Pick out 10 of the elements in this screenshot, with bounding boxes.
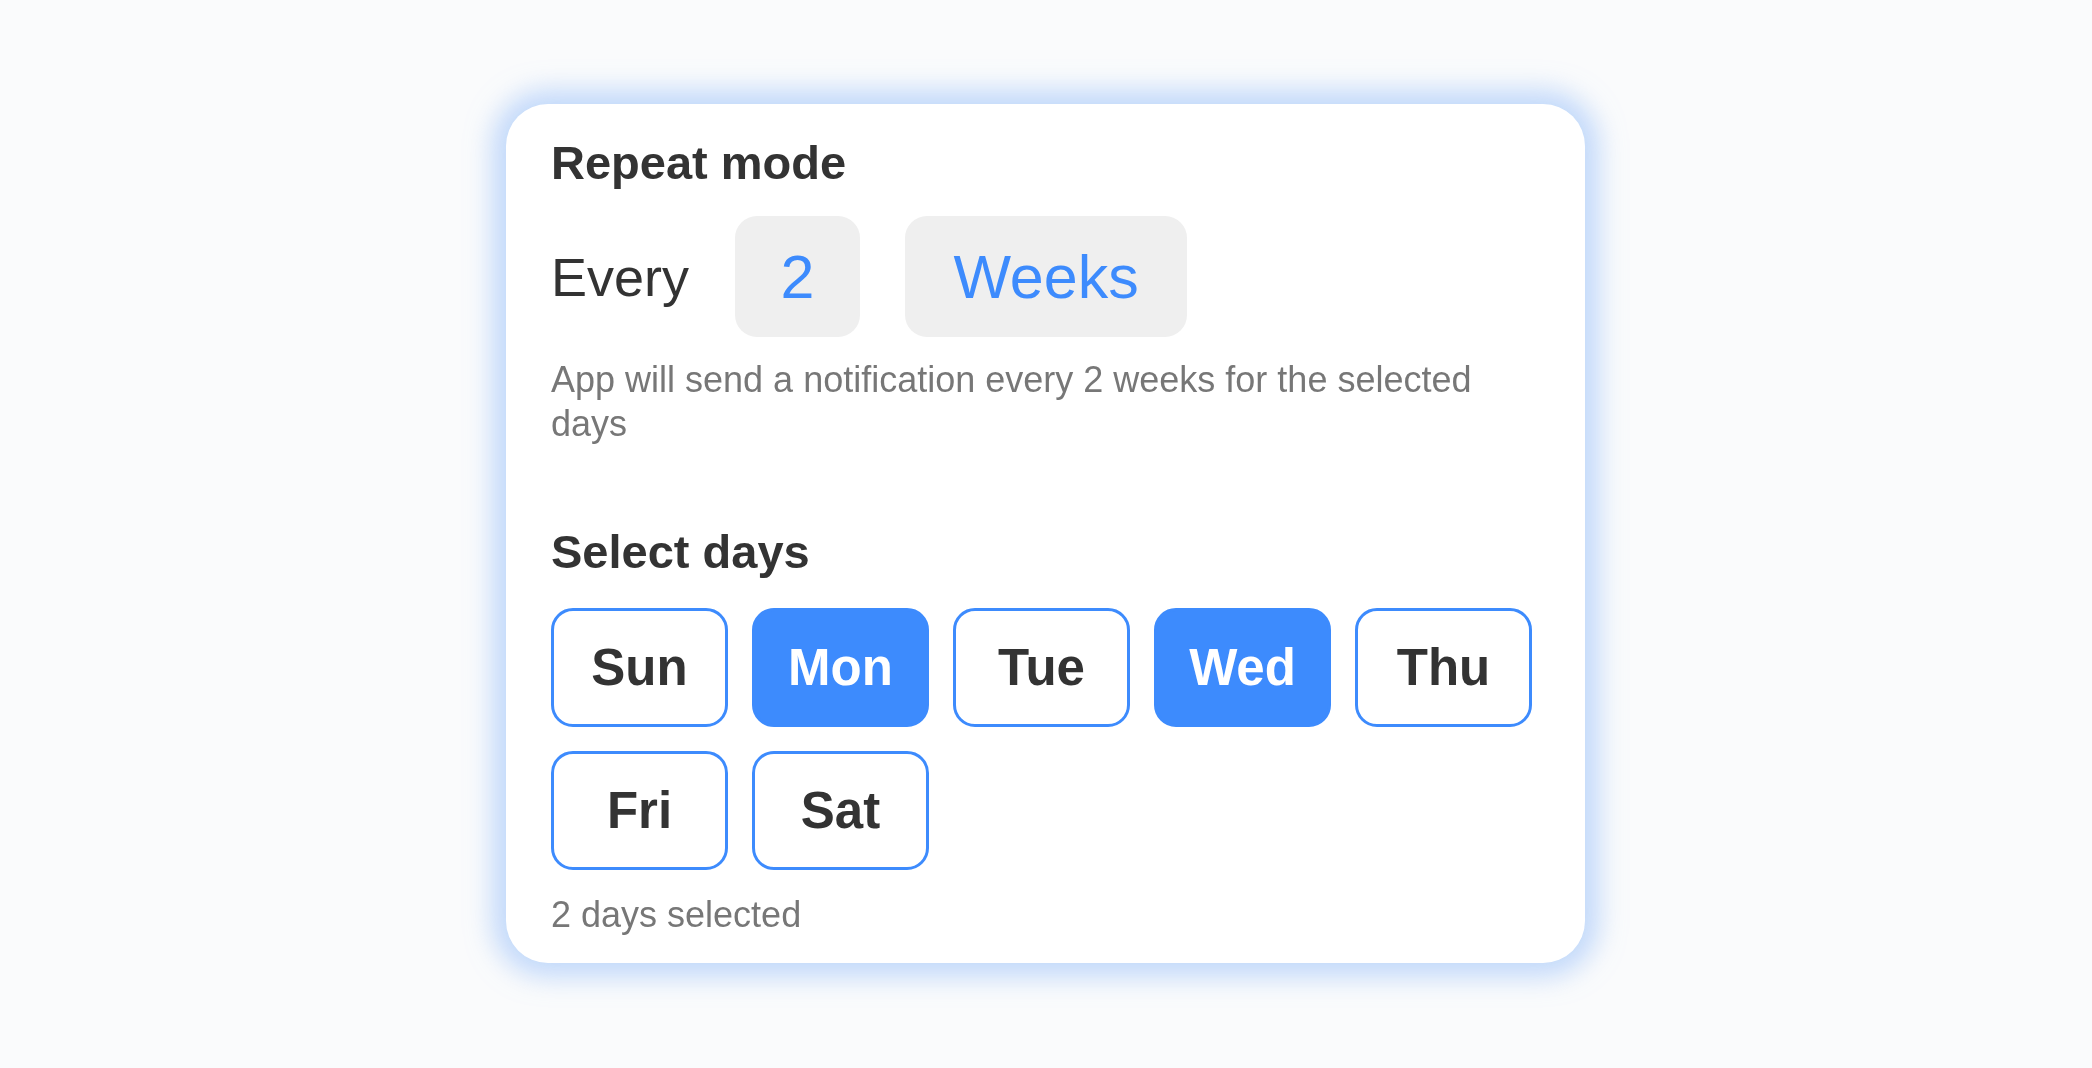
selected-days-count: 2 days selected xyxy=(551,893,803,937)
day-toggle[interactable]: Sat xyxy=(752,751,929,870)
day-toggle[interactable]: Thu xyxy=(1355,608,1532,727)
day-toggle[interactable]: Sun xyxy=(551,608,728,727)
notification-hint: App will send a notification every 2 weeks for the selected days xyxy=(551,358,1473,446)
section-title: Repeat mode xyxy=(551,135,848,191)
day-toggle[interactable]: Fri xyxy=(551,751,728,870)
every-label: Every xyxy=(551,245,690,308)
section-title: Select days xyxy=(551,524,811,580)
day-toggle[interactable]: Tue xyxy=(953,608,1130,727)
